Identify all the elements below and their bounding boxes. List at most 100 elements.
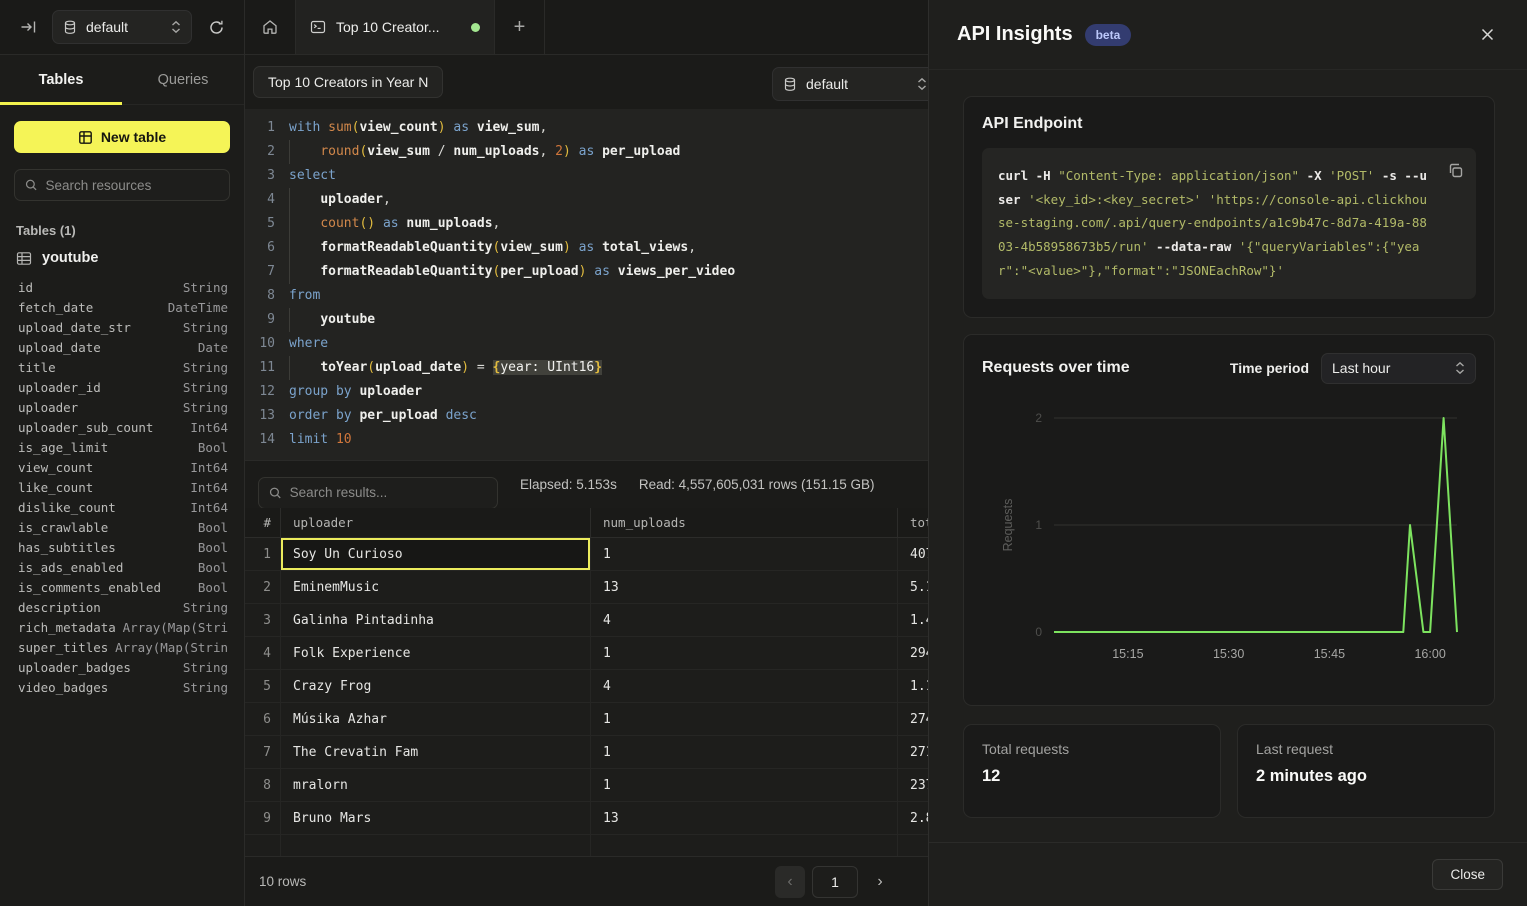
cell-num-uploads[interactable]: 4 [591,670,898,702]
row-count: 10 rows [259,874,306,889]
editor-database-selector[interactable]: default [772,67,938,101]
pagination: ‹ 1 › [775,866,895,898]
y-axis-label: Requests [1001,498,1015,551]
results-search[interactable] [258,477,498,509]
resource-search-input[interactable] [46,178,219,193]
next-page-button[interactable]: › [865,866,895,898]
column-name: fetch_date [18,298,93,318]
cell-num-uploads[interactable]: 1 [591,736,898,768]
column-type: String [183,658,228,678]
row-index: 4 [245,637,281,669]
column-type: Bool [198,518,228,538]
time-period-selector[interactable]: Last hour [1321,353,1476,384]
sidebar-tab-strip: Tables Queries [0,55,244,105]
row-index: 6 [245,703,281,735]
column-header-index[interactable]: # [245,508,281,537]
requests-card-header: Requests over time Time period Last hour [982,353,1476,384]
column-name: is_comments_enabled [18,578,161,598]
row-index: 8 [245,769,281,801]
table-column-row: has_subtitlesBool [18,538,228,558]
previous-page-button[interactable]: ‹ [775,866,805,898]
cell-uploader[interactable]: Folk Experience [281,637,591,669]
close-panel-button[interactable] [1473,21,1501,49]
panel-title: API Insights [957,23,1073,46]
cell-uploader[interactable]: The Crevatin Fam [281,736,591,768]
table-column-row: dislike_countInt64 [18,498,228,518]
column-header-num-uploads[interactable]: num_uploads [591,508,898,537]
column-name: is_ads_enabled [18,558,123,578]
sidebar-item-youtube-table[interactable]: youtube [14,248,230,276]
svg-text:2: 2 [1035,411,1042,425]
sidebar-body: New table Tables (1) youtube idStringfet… [0,105,244,698]
close-button[interactable]: Close [1432,859,1503,890]
home-tab[interactable] [245,0,296,54]
sidebar-topbar: default [0,0,244,55]
collapse-sidebar-button[interactable] [14,13,42,41]
line-number: 4 [245,188,275,212]
empty-cell [245,835,281,856]
cell-uploader[interactable]: Galinha Pintadinha [281,604,591,636]
line-number: 13 [245,404,275,428]
table-column-row: uploader_badgesString [18,658,228,678]
tab-queries[interactable]: Queries [122,55,244,104]
cell-uploader[interactable]: Soy Un Curioso [281,538,591,570]
database-selector-value: default [86,19,128,35]
panel-footer: Close [929,842,1527,906]
column-type: String [183,318,228,338]
table-column-row: idString [18,278,228,298]
copy-button[interactable] [1447,162,1464,179]
curl-command-block: curl -H "Content-Type: application/json"… [982,148,1476,299]
page-number[interactable]: 1 [812,866,858,898]
cell-num-uploads[interactable]: 13 [591,571,898,603]
cell-num-uploads[interactable]: 1 [591,703,898,735]
tab-label: Top 10 Creator... [336,19,461,35]
cell-uploader[interactable]: Crazy Frog [281,670,591,702]
editor-database-selector-value: default [806,76,848,92]
cell-uploader[interactable]: EminemMusic [281,571,591,603]
table-column-row: descriptionString [18,598,228,618]
chevron-right-icon: › [877,873,882,891]
cell-num-uploads[interactable]: 4 [591,604,898,636]
svg-text:15:45: 15:45 [1314,647,1345,661]
table-column-row: upload_dateDate [18,338,228,358]
column-header-uploader[interactable]: uploader [281,508,591,537]
results-search-input[interactable] [290,485,487,500]
table-column-row: is_age_limitBool [18,438,228,458]
cell-uploader[interactable]: mralorn [281,769,591,801]
cell-num-uploads[interactable]: 1 [591,769,898,801]
cell-uploader[interactable]: Bruno Mars [281,802,591,834]
column-name: uploader [18,398,78,418]
line-number: 3 [245,164,275,188]
requests-chart-svg: 210Requests15:1515:3015:4516:00 [982,400,1478,682]
new-tab-button[interactable]: + [495,0,545,54]
cell-uploader[interactable]: Músika Azhar [281,703,591,735]
svg-text:15:15: 15:15 [1112,647,1143,661]
row-index: 1 [245,538,281,570]
cell-num-uploads[interactable]: 1 [591,637,898,669]
column-type: String [183,378,228,398]
total-requests-label: Total requests [982,741,1202,757]
table-column-row: uploader_sub_countInt64 [18,418,228,438]
sql-line-code: from [275,284,320,308]
requests-line-chart: 210Requests15:1515:3015:4516:00 [982,400,1476,687]
line-number: 9 [245,308,275,332]
total-requests-value: 12 [982,767,1202,786]
table-column-row: view_countInt64 [18,458,228,478]
table-name: youtube [42,250,98,266]
refresh-button[interactable] [202,13,230,41]
query-title[interactable]: Top 10 Creators in Year N [253,66,443,98]
column-type: Int64 [190,418,228,438]
svg-text:0: 0 [1035,625,1042,639]
cell-num-uploads[interactable]: 13 [591,802,898,834]
panel-header: API Insights beta [929,0,1527,70]
time-period-value: Last hour [1332,360,1390,376]
column-name: super_titles [18,638,108,658]
resource-search[interactable] [14,169,230,201]
tab-top-10-creators[interactable]: Top 10 Creator... [296,0,495,54]
cell-num-uploads[interactable]: 1 [591,538,898,570]
tab-tables[interactable]: Tables [0,55,122,104]
new-table-button[interactable]: New table [14,121,230,153]
database-selector[interactable]: default [52,10,192,44]
line-number: 10 [245,332,275,356]
api-insights-panel: API Insights beta API Endpoint curl -H "… [928,0,1527,906]
